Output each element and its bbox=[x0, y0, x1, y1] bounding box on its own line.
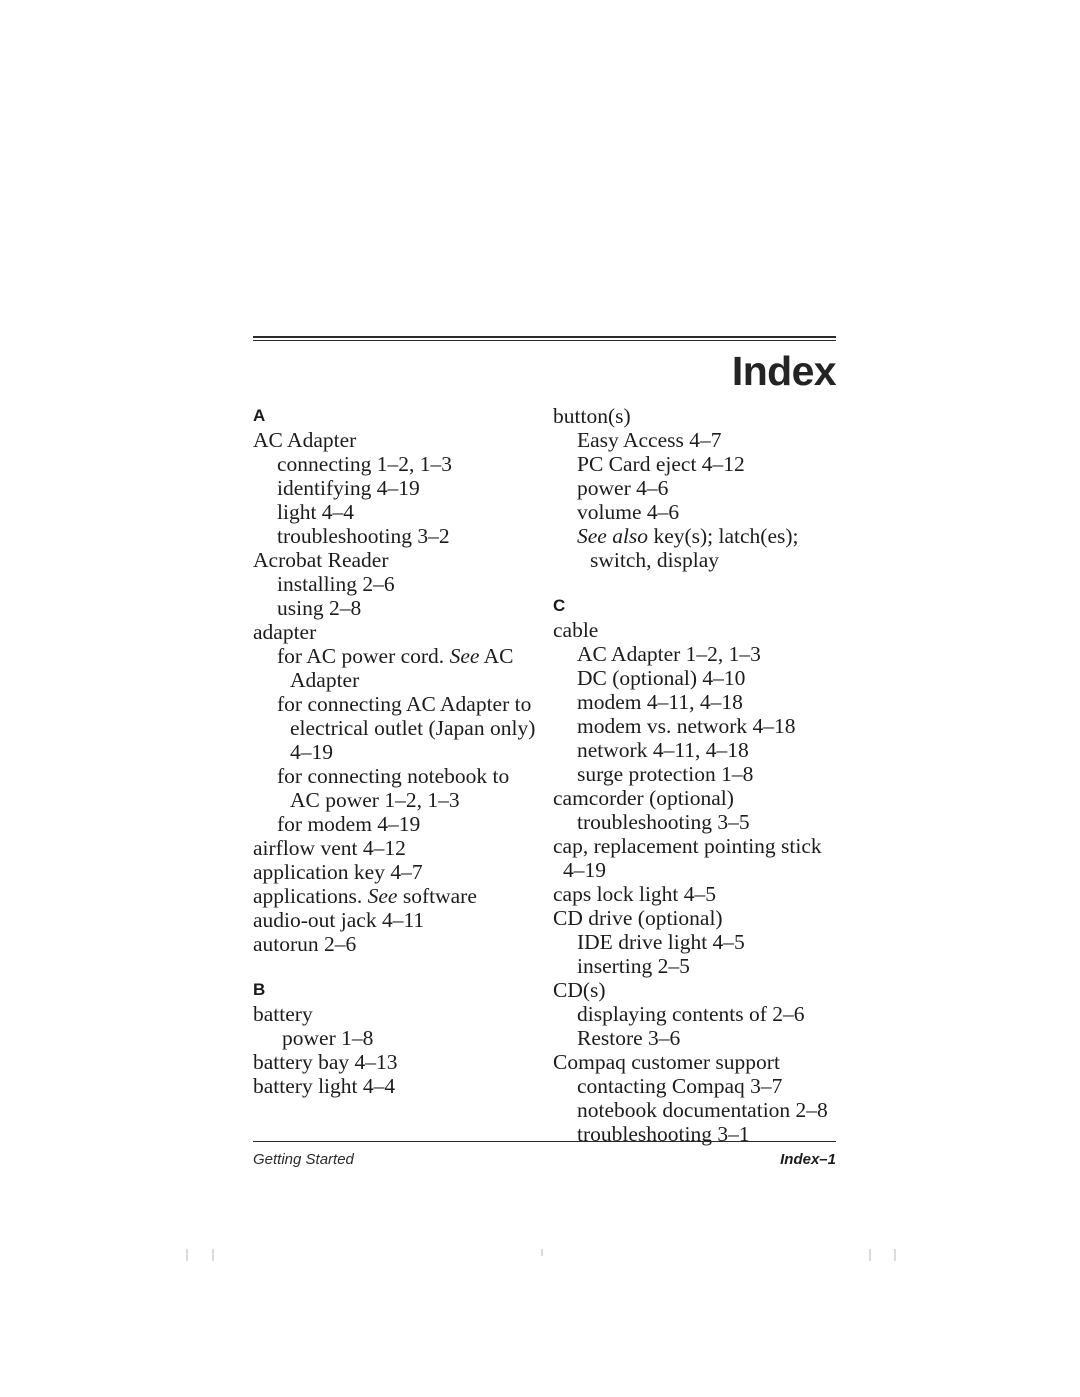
index-entry: battery light 4–4 bbox=[253, 1074, 396, 1098]
index-subentry: for AC power cord. See AC Adapter bbox=[277, 644, 518, 692]
footer-page-number: Index–1 bbox=[780, 1151, 836, 1168]
footer-rule bbox=[253, 1141, 836, 1142]
index-columns: A AC Adapter connecting 1–2, 1–3 identifyin… bbox=[253, 404, 836, 1146]
index-entry: applications. See software bbox=[253, 884, 477, 908]
index-entry: camcorder (optional) bbox=[553, 786, 734, 810]
index-entry: airflow vent 4–12 bbox=[253, 836, 406, 860]
letter-heading-a: A bbox=[253, 406, 266, 425]
cross-reference-italic: See bbox=[367, 884, 398, 908]
letter-heading-c: C bbox=[553, 596, 566, 615]
index-subentry: identifying 4–19 bbox=[277, 476, 420, 500]
index-subentry: for connecting AC Adapter to electrical … bbox=[277, 692, 541, 764]
index-entry: cable bbox=[553, 618, 599, 642]
index-subentry: network 4–11, 4–18 bbox=[577, 738, 749, 762]
footer-row: Getting Started Index–1 bbox=[253, 1151, 836, 1168]
scan-artifact bbox=[541, 1249, 543, 1256]
index-entry: caps lock light 4–5 bbox=[553, 882, 717, 906]
page-header: Index bbox=[253, 336, 837, 394]
index-entry: adapter bbox=[253, 620, 317, 644]
index-subentry: modem 4–11, 4–18 bbox=[577, 690, 743, 714]
cross-reference-italic: See bbox=[449, 644, 480, 668]
page-title: Index bbox=[731, 348, 837, 394]
scan-artifact bbox=[212, 1249, 214, 1261]
index-entry: Compaq customer support bbox=[553, 1050, 780, 1074]
index-entry: button(s) bbox=[553, 404, 631, 428]
letter-heading-b: B bbox=[253, 980, 266, 999]
index-subentry: power 4–6 bbox=[577, 476, 669, 500]
index-subentry: contacting Compaq 3–7 bbox=[577, 1074, 783, 1098]
scan-artifact bbox=[186, 1249, 188, 1261]
index-subentry: modem vs. network 4–18 bbox=[577, 714, 796, 738]
index-entry: Acrobat Reader bbox=[253, 548, 389, 572]
index-subentry: notebook documentation 2–8 bbox=[577, 1098, 828, 1122]
header-rule bbox=[253, 336, 836, 341]
index-entry: cap, replacement pointing stick 4–19 bbox=[553, 834, 828, 882]
scan-artifact bbox=[869, 1249, 871, 1261]
index-subentry: for connecting notebook to AC power 1–2,… bbox=[277, 764, 514, 812]
index-subentry: surge protection 1–8 bbox=[577, 762, 754, 786]
index-entry: audio-out jack 4–11 bbox=[253, 908, 425, 932]
index-entry: CD(s) bbox=[553, 978, 606, 1002]
index-subentry: PC Card eject 4–12 bbox=[577, 452, 745, 476]
index-subentry: troubleshooting 3–2 bbox=[277, 524, 450, 548]
index-page: Index A AC Adapter connecting 1–2, 1–3 iden… bbox=[0, 0, 1080, 1397]
index-entry: battery bay 4–13 bbox=[253, 1050, 398, 1074]
index-subentry: connecting 1–2, 1–3 bbox=[277, 452, 452, 476]
index-subentry: Restore 3–6 bbox=[577, 1026, 681, 1050]
index-subentry: See also key(s); latch(es); switch, disp… bbox=[577, 524, 804, 572]
index-entry: battery bbox=[253, 1002, 313, 1026]
index-subentry: volume 4–6 bbox=[577, 500, 680, 524]
page-footer: Getting Started Index–1 bbox=[253, 1141, 836, 1168]
left-column: A AC Adapter connecting 1–2, 1–3 identifyin… bbox=[253, 404, 536, 1098]
index-subentry: power 1–8 bbox=[282, 1026, 374, 1050]
index-entry: CD drive (optional) bbox=[553, 906, 723, 930]
scan-artifact bbox=[894, 1249, 896, 1261]
index-subentry: IDE drive light 4–5 bbox=[577, 930, 745, 954]
index-entry: AC Adapter bbox=[253, 428, 357, 452]
index-subentry: DC (optional) 4–10 bbox=[577, 666, 746, 690]
index-subentry: troubleshooting 3–5 bbox=[577, 810, 750, 834]
cross-reference-italic: See also bbox=[577, 524, 649, 548]
index-entry: autorun 2–6 bbox=[253, 932, 357, 956]
index-entry: application key 4–7 bbox=[253, 860, 423, 884]
right-column: button(s) Easy Access 4–7 PC Card eject 4–… bbox=[553, 404, 836, 1146]
index-subentry: Easy Access 4–7 bbox=[577, 428, 722, 452]
footer-document-title: Getting Started bbox=[253, 1151, 354, 1168]
index-subentry: AC Adapter 1–2, 1–3 bbox=[577, 642, 761, 666]
index-subentry: for modem 4–19 bbox=[277, 812, 421, 836]
index-subentry: installing 2–6 bbox=[277, 572, 395, 596]
index-subentry: using 2–8 bbox=[277, 596, 362, 620]
index-subentry: inserting 2–5 bbox=[577, 954, 690, 978]
index-subentry: light 4–4 bbox=[277, 500, 355, 524]
index-subentry: displaying contents of 2–6 bbox=[577, 1002, 805, 1026]
